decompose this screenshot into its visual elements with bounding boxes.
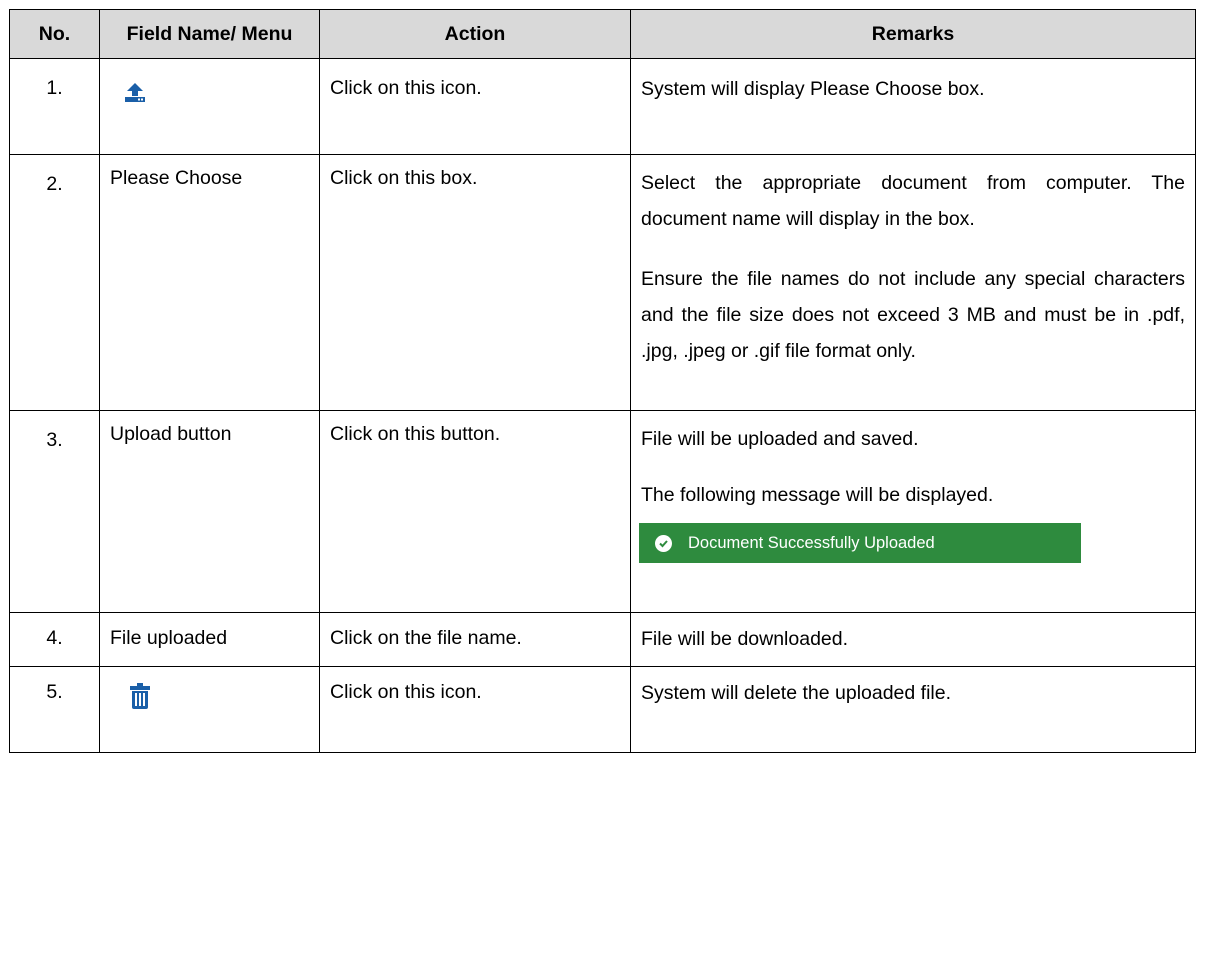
- success-message-text: Document Successfully Uploaded: [688, 533, 935, 552]
- upload-icon: [124, 81, 146, 109]
- remarks-cell: System will delete the uploaded file.: [630, 666, 1196, 753]
- action-cell: Click on this icon.: [319, 58, 631, 155]
- header-remarks: Remarks: [630, 9, 1196, 59]
- table-row: 1. Click on this icon. System will displ…: [9, 58, 1196, 155]
- row-number: 4.: [9, 612, 100, 667]
- row-number: 2.: [9, 154, 100, 411]
- field-cell: Please Choose: [99, 154, 320, 411]
- trash-icon: [130, 683, 150, 715]
- field-cell: Upload button: [99, 410, 320, 613]
- remarks-text: Select the appropriate document from com…: [641, 172, 1185, 230]
- success-message: Document Successfully Uploaded: [639, 523, 1081, 563]
- check-circle-icon: [655, 534, 672, 552]
- remarks-text: File will be downloaded.: [641, 628, 849, 650]
- field-cell: [99, 58, 320, 155]
- remarks-text: File will be uploaded and saved.: [641, 428, 919, 450]
- field-cell: [99, 666, 320, 753]
- instructions-table: No. Field Name/ Menu Action Remarks 1. C…: [9, 9, 1196, 753]
- row-number: 1.: [9, 58, 100, 155]
- remarks-cell: File will be downloaded.: [630, 612, 1196, 667]
- remarks-text: System will delete the uploaded file.: [641, 682, 952, 704]
- header-row: No. Field Name/ Menu Action Remarks: [9, 9, 1196, 59]
- remarks-cell: Select the appropriate document from com…: [630, 154, 1196, 411]
- header-action: Action: [319, 9, 631, 59]
- table-row: 4. File uploaded Click on the file name.…: [9, 612, 1196, 667]
- action-cell: Click on the file name.: [319, 612, 631, 667]
- header-field-name: Field Name/ Menu: [99, 9, 320, 59]
- remarks-cell: File will be uploaded and saved. The fol…: [630, 410, 1196, 613]
- table-row: 2. Please Choose Click on this box. Sele…: [9, 154, 1196, 411]
- remarks-cell: System will display Please Choose box.: [630, 58, 1196, 155]
- row-number: 3.: [9, 410, 100, 613]
- action-cell: Click on this button.: [319, 410, 631, 613]
- remarks-text: Ensure the file names do not include any…: [641, 268, 1185, 362]
- table-row: 3. Upload button Click on this button. F…: [9, 410, 1196, 613]
- row-number: 5.: [9, 666, 100, 753]
- action-cell: Click on this icon.: [319, 666, 631, 753]
- field-cell: File uploaded: [99, 612, 320, 667]
- header-no: No.: [9, 9, 100, 59]
- remarks-text: System will display Please Choose box.: [641, 78, 985, 100]
- table-row: 5. Click on this icon. System will delet…: [9, 666, 1196, 753]
- remarks-text: The following message will be displayed.: [641, 484, 994, 506]
- action-cell: Click on this box.: [319, 154, 631, 411]
